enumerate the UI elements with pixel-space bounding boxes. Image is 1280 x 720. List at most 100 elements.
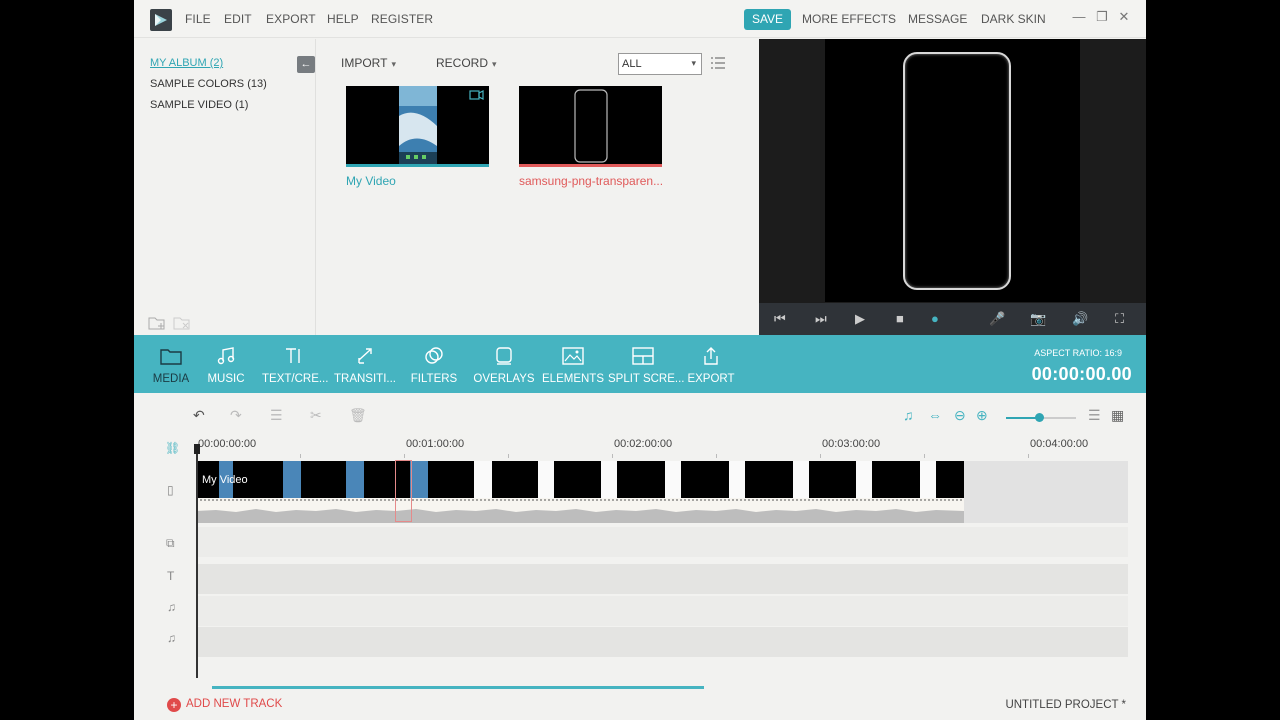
music-track[interactable] [196, 627, 1128, 657]
playhead[interactable] [196, 446, 198, 678]
save-button[interactable]: SAVE [744, 9, 791, 30]
message-button[interactable]: MESSAGE [908, 12, 967, 26]
media-item-label: samsung-png-transparen... [519, 174, 664, 188]
skip-back-icon[interactable]: ⏮ [774, 311, 786, 327]
cut-icon[interactable]: ✂ [310, 407, 322, 424]
new-folder-icon[interactable] [148, 315, 166, 331]
album-my-album[interactable]: MY ALBUM (2) [150, 57, 223, 69]
clip-filmstrip: My Video [196, 461, 964, 498]
export-icon [704, 347, 718, 365]
tool-music[interactable]: MUSIC [204, 345, 248, 389]
overlay-icon [496, 347, 512, 365]
adjust-icon[interactable]: ☰ [270, 407, 283, 424]
fit-timeline-icon[interactable]: ⇔ [928, 407, 942, 423]
aspect-ratio-label: ASPECT RATIO: 16:9 [1034, 348, 1122, 358]
minimize-icon[interactable]: — [1072, 10, 1086, 24]
ruler-label: 00:00:00:00 [198, 438, 257, 450]
timeline-scrollbar[interactable] [212, 686, 704, 689]
play-icon[interactable]: ▶ [855, 311, 865, 327]
maximize-icon[interactable]: ❐ [1095, 10, 1109, 24]
tool-text-credits[interactable]: TEXT/CRE... [262, 345, 328, 389]
phone-preview-image [903, 52, 1011, 290]
video-thumbnail [399, 86, 484, 164]
tool-split-screen[interactable]: SPLIT SCRE... [608, 345, 684, 389]
ruler-label: 00:03:00:00 [822, 438, 881, 450]
dark-skin-button[interactable]: DARK SKIN [981, 12, 1046, 26]
media-library: MY ALBUM (2) SAMPLE COLORS (13) SAMPLE V… [134, 39, 758, 335]
clip-name: My Video [202, 474, 248, 486]
time-ruler[interactable]: 00:00:00:00 00:01:00:00 00:02:00:00 00:0… [196, 436, 1128, 458]
tool-export[interactable]: EXPORT [686, 345, 736, 389]
ruler-label: 00:04:00:00 [1030, 438, 1089, 450]
overlay-track[interactable] [196, 527, 1128, 557]
media-item-label: My Video [346, 174, 396, 188]
music-icon [217, 347, 235, 365]
add-new-track-button[interactable]: + ADD NEW TRACK [167, 698, 282, 712]
menu-export[interactable]: EXPORT [266, 12, 316, 26]
timeline-panel: ↶ ↷ ☰ ✂ 🗑 ♫ ⇔ ⊖ ⊕ ☰ ▦ ⛓ ▯ ⧉ T ♫ ♫ 00:00:… [134, 393, 1146, 720]
preview-screen [825, 39, 1080, 302]
import-dropdown[interactable]: IMPORT ▾ [341, 56, 396, 70]
zoom-out-icon[interactable]: ⊖ [954, 407, 966, 424]
ruler-label: 00:01:00:00 [406, 438, 465, 450]
tool-overlays[interactable]: OVERLAYS [472, 345, 536, 389]
zoom-slider[interactable] [1006, 413, 1076, 422]
album-footer [148, 315, 191, 334]
album-panel: MY ALBUM (2) SAMPLE COLORS (13) SAMPLE V… [134, 39, 316, 335]
image-icon [562, 347, 584, 365]
video-track-icon: ▯ [167, 483, 174, 497]
media-item-samsung-png[interactable] [519, 86, 662, 167]
album-sample-video[interactable]: SAMPLE VIDEO (1) [150, 99, 248, 111]
redo-icon[interactable]: ↷ [230, 407, 242, 424]
text-icon [286, 348, 300, 363]
main-toolbar: MEDIA MUSIC TEXT/CRE... TRANSITI... FILT… [134, 335, 1146, 393]
list-view-icon[interactable]: ☰ [1088, 407, 1101, 424]
title-bar: FILE EDIT EXPORT HELP REGISTER SAVE MORE… [134, 0, 1146, 38]
music-track[interactable] [196, 596, 1128, 626]
volume-icon[interactable]: 🔊 [1072, 311, 1088, 327]
tool-media[interactable]: MEDIA [148, 345, 194, 389]
media-filter-select[interactable]: ALL ▾ [618, 53, 702, 75]
menu-edit[interactable]: EDIT [224, 12, 252, 26]
more-effects-button[interactable]: MORE EFFECTS [802, 12, 896, 26]
menu-help[interactable]: HELP [327, 12, 359, 26]
playhead-handle[interactable] [194, 444, 200, 454]
collapse-panel-icon[interactable]: ← [297, 56, 315, 73]
audio-mixer-icon[interactable]: ♫ [903, 407, 914, 423]
text-track[interactable] [196, 564, 1128, 594]
undo-icon[interactable]: ↶ [193, 407, 205, 424]
video-track[interactable]: My Video [196, 461, 1128, 523]
microphone-icon[interactable]: 🎤 [989, 311, 1005, 327]
grid-view-icon[interactable]: ▦ [1111, 407, 1124, 424]
stop-icon[interactable]: ■ [896, 311, 904, 327]
delete-icon[interactable]: 🗑 [349, 407, 367, 424]
project-name: UNTITLED PROJECT * [1005, 699, 1126, 711]
video-clip[interactable]: My Video [196, 461, 964, 523]
link-icon[interactable]: ⛓ [165, 441, 180, 455]
preview-panel: ⏮ ⏭ ▶ ■ ● 🎤 📷 🔊 ⛶ [759, 39, 1146, 335]
ruler-label: 00:02:00:00 [614, 438, 673, 450]
music-track-icon: ♫ [167, 631, 176, 645]
zoom-slider-knob[interactable] [1035, 413, 1044, 422]
tool-transitions[interactable]: TRANSITI... [334, 345, 396, 389]
zoom-in-icon[interactable]: ⊕ [976, 407, 988, 424]
delete-folder-icon[interactable] [173, 315, 191, 331]
tool-filters[interactable]: FILTERS [410, 345, 458, 389]
filter-icon [425, 347, 443, 364]
image-thumbnail [574, 89, 608, 163]
menu-register[interactable]: REGISTER [371, 12, 433, 26]
split-screen-icon [632, 347, 654, 365]
album-sample-colors[interactable]: SAMPLE COLORS (13) [150, 78, 267, 90]
camera-icon[interactable]: 📷 [1030, 311, 1046, 327]
record-dropdown[interactable]: RECORD ▾ [436, 56, 497, 70]
folder-icon [160, 349, 182, 365]
menu-file[interactable]: FILE [185, 12, 211, 26]
skip-forward-icon[interactable]: ⏭ [815, 311, 827, 327]
playback-controls: ⏮ ⏭ ▶ ■ ● 🎤 📷 🔊 ⛶ [759, 303, 1146, 335]
progress-knob-icon[interactable]: ● [931, 311, 939, 327]
close-icon[interactable]: ✕ [1117, 10, 1131, 24]
media-item-my-video[interactable] [346, 86, 489, 167]
fullscreen-icon[interactable]: ⛶ [1115, 311, 1124, 327]
tool-elements[interactable]: ELEMENTS [542, 345, 604, 389]
list-view-icon[interactable] [710, 56, 726, 70]
